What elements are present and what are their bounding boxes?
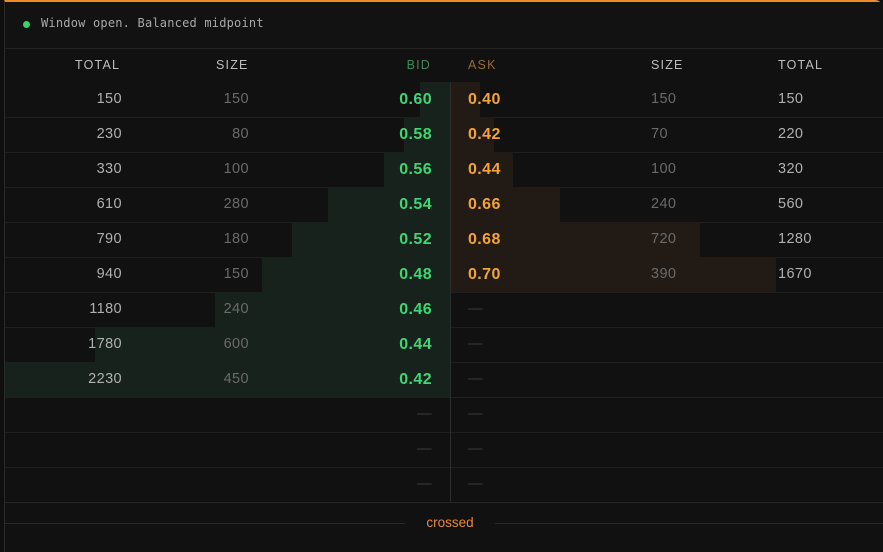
book-row[interactable]: 150 150 0.60 0.40 150 150	[5, 82, 883, 118]
bid-total-cell: 610	[96, 196, 122, 212]
mid-divider	[450, 82, 451, 502]
bid-total-cell: 940	[96, 266, 122, 282]
ask-price-cell: 0.42	[468, 126, 501, 143]
book-row[interactable]: — —	[5, 467, 883, 503]
book-row[interactable]: — —	[5, 432, 883, 468]
bid-price-cell: 0.42	[399, 371, 432, 388]
bid-size-cell: 150	[223, 266, 249, 282]
book-row[interactable]: 1180 240 0.46 —	[5, 292, 883, 328]
book-row[interactable]: 940 150 0.48 0.70 390 1670	[5, 257, 883, 293]
ask-size-cell: 240	[651, 196, 677, 212]
ask-empty-dash: —	[468, 441, 483, 457]
bid-size-cell: 80	[232, 126, 249, 142]
book-row[interactable]: 1780 600 0.44 —	[5, 327, 883, 363]
ask-total-cell: 1280	[778, 231, 812, 247]
bid-size-cell: 450	[223, 371, 249, 387]
status-bar: Window open. Balanced midpoint	[5, 2, 883, 49]
bid-size-cell: 150	[223, 91, 249, 107]
book-row[interactable]: — —	[5, 397, 883, 433]
bid-total-cell: 230	[96, 126, 122, 142]
bid-empty-dash: —	[417, 406, 432, 422]
ask-price-cell: 0.66	[468, 196, 501, 213]
ask-size-header: SIZE	[651, 58, 684, 72]
bid-empty-dash: —	[417, 441, 432, 457]
bid-total-cell: 330	[96, 161, 122, 177]
ask-price-cell: 0.70	[468, 266, 501, 283]
ask-price-cell: 0.40	[468, 91, 501, 108]
bid-total-cell: 150	[96, 91, 122, 107]
footer-line-left	[5, 523, 405, 524]
ask-empty-dash: —	[468, 336, 483, 352]
bid-empty-dash: —	[417, 476, 432, 492]
ask-size-cell: 720	[651, 231, 677, 247]
bid-price-cell: 0.46	[399, 301, 432, 318]
ask-empty-dash: —	[468, 406, 483, 422]
bid-price-cell: 0.44	[399, 336, 432, 353]
ask-total-cell: 220	[778, 126, 804, 142]
bid-size-cell: 240	[223, 301, 249, 317]
ask-empty-dash: —	[468, 371, 483, 387]
crossed-label: crossed	[426, 515, 474, 530]
bid-price-cell: 0.58	[399, 126, 432, 143]
ask-total-cell: 150	[778, 91, 804, 107]
ask-size-cell: 70	[651, 126, 668, 142]
bid-size-cell: 180	[223, 231, 249, 247]
bid-total-cell: 790	[96, 231, 122, 247]
status-dot-icon	[23, 21, 30, 28]
bid-header: BID	[406, 58, 431, 72]
book-row[interactable]: 610 280 0.54 0.66 240 560	[5, 187, 883, 223]
bid-total-cell: 1180	[89, 301, 122, 317]
ask-total-header: TOTAL	[778, 58, 824, 72]
bid-total-cell: 2230	[88, 371, 122, 387]
bottom-divider	[5, 502, 883, 503]
bid-size-cell: 280	[223, 196, 249, 212]
ask-total-cell: 320	[778, 161, 804, 177]
ask-price-cell: 0.44	[468, 161, 501, 178]
bid-size-header: SIZE	[216, 58, 249, 72]
ask-empty-dash: —	[468, 476, 483, 492]
ask-size-cell: 100	[651, 161, 677, 177]
book-row[interactable]: 230 80 0.58 0.42 70 220	[5, 117, 883, 153]
ask-price-cell: 0.68	[468, 231, 501, 248]
ask-empty-dash: —	[468, 301, 483, 317]
bid-price-cell: 0.56	[399, 161, 432, 178]
bid-price-cell: 0.48	[399, 266, 432, 283]
bid-size-cell: 100	[223, 161, 249, 177]
bid-price-cell: 0.60	[399, 91, 432, 108]
ask-size-cell: 150	[651, 91, 677, 107]
ask-size-cell: 390	[651, 266, 677, 282]
bid-price-cell: 0.54	[399, 196, 432, 213]
bid-total-cell: 1780	[88, 336, 122, 352]
ask-total-cell: 1670	[778, 266, 812, 282]
book-row[interactable]: 790 180 0.52 0.68 720 1280	[5, 222, 883, 258]
ask-header: ASK	[468, 58, 497, 72]
book-row[interactable]: 330 100 0.56 0.44 100 320	[5, 152, 883, 188]
book-row[interactable]: 2230 450 0.42 —	[5, 362, 883, 398]
footer-line-right	[495, 523, 883, 524]
status-text: Window open. Balanced midpoint	[41, 16, 264, 30]
bid-price-cell: 0.52	[399, 231, 432, 248]
bid-size-cell: 600	[223, 336, 249, 352]
ask-total-cell: 560	[778, 196, 804, 212]
order-book-panel: Window open. Balanced midpoint TOTAL SIZ…	[4, 0, 883, 552]
bid-total-header: TOTAL	[75, 58, 121, 72]
